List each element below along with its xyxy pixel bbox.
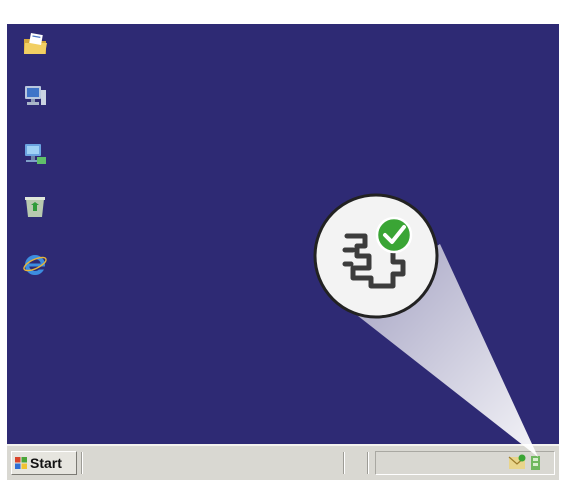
windows-flag-icon: [15, 457, 27, 469]
screen: Start: [7, 24, 559, 480]
screenshot: { "desktop": { "background_color": "#2e2…: [0, 0, 564, 480]
taskbar-separator: [367, 452, 369, 474]
my-documents-icon[interactable]: [21, 30, 49, 58]
start-label: Start: [30, 455, 62, 471]
tray-status-icon[interactable]: [528, 454, 544, 472]
hp-digital-imaging-monitor-icon[interactable]: [508, 454, 526, 472]
taskbar: Start: [7, 444, 559, 480]
taskbar-separator: [343, 452, 345, 474]
my-computer-icon[interactable]: [21, 82, 49, 110]
network-places-icon[interactable]: [21, 140, 49, 168]
taskbar-separator: [81, 452, 83, 474]
recycle-bin-icon[interactable]: [21, 192, 49, 220]
system-tray: [375, 451, 555, 475]
start-button[interactable]: Start: [11, 451, 77, 475]
internet-explorer-icon[interactable]: [21, 250, 49, 278]
desktop: [7, 24, 559, 444]
